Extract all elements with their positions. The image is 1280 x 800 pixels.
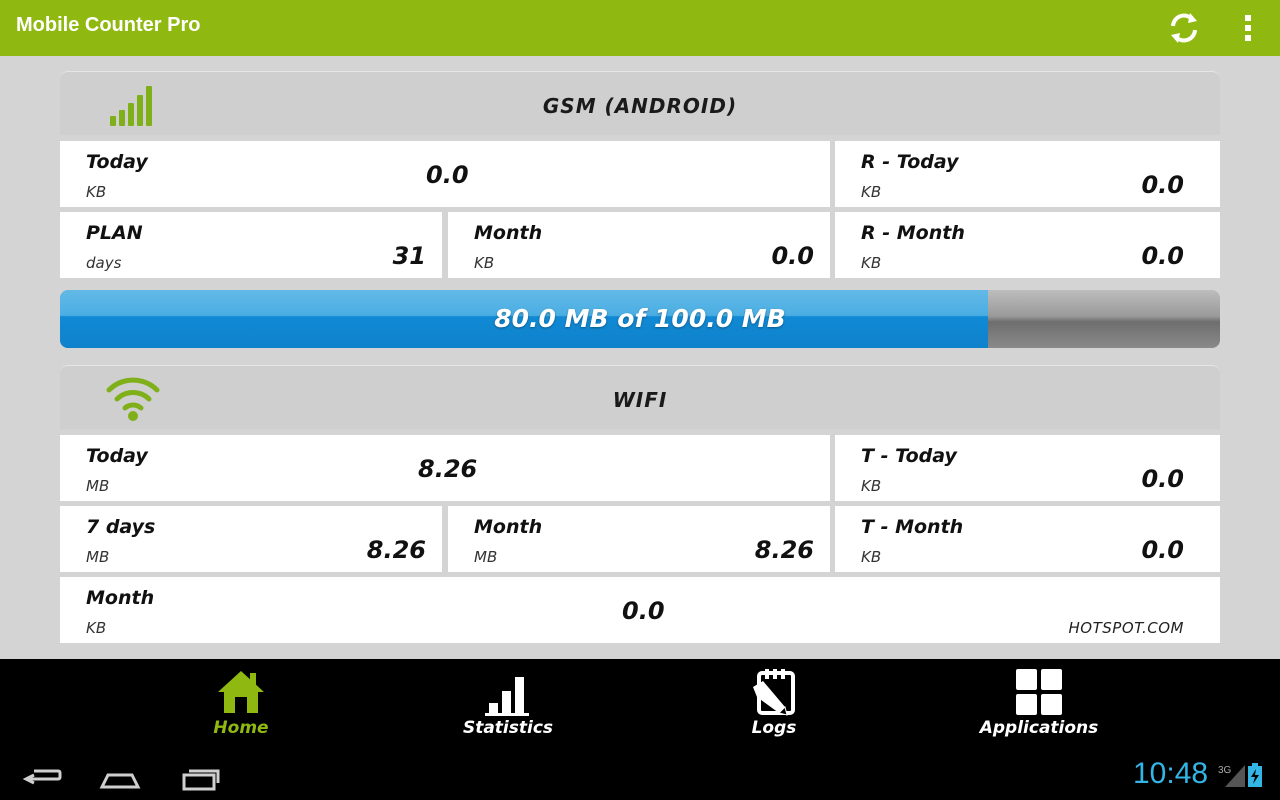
- home-icon: [218, 671, 264, 713]
- gsm-plan-value: 31: [392, 242, 426, 270]
- wifi-today-value: 8.26: [418, 455, 478, 483]
- wifi-7days-cell[interactable]: 7 days MB 8.26: [60, 506, 442, 572]
- gsm-month-cell[interactable]: Month KB 0.0: [448, 212, 830, 278]
- bar-chart-icon: [485, 677, 529, 716]
- gsm-plan-cell[interactable]: PLAN days 31: [60, 212, 442, 278]
- gsm-title: GSM (ANDROID): [542, 94, 738, 118]
- wifi-t-month-label: T - Month: [861, 516, 964, 538]
- action-bar: Mobile Counter Pro: [0, 0, 1280, 56]
- hotspot-month-label: Month: [86, 587, 155, 609]
- wifi-month-value: 8.26: [754, 536, 814, 564]
- gsm-month-unit: KB: [474, 254, 495, 272]
- gsm-section-header[interactable]: GSM (ANDROID): [60, 71, 1220, 135]
- wifi-7days-label: 7 days: [86, 516, 156, 538]
- gsm-plan-unit: days: [86, 254, 122, 272]
- wifi-month-label: Month: [474, 516, 543, 538]
- more-vert-icon: [1245, 15, 1251, 41]
- recent-apps-icon[interactable]: [180, 759, 224, 793]
- gsm-r-month-label: R - Month: [861, 222, 965, 244]
- wifi-today-label: Today: [86, 445, 148, 467]
- wifi-today-unit: MB: [86, 477, 110, 495]
- tab-home-label: Home: [213, 718, 269, 738]
- wifi-month-cell[interactable]: Month MB 8.26: [448, 506, 830, 572]
- tab-logs[interactable]: Logs: [674, 659, 874, 751]
- logs-icon: [753, 669, 795, 716]
- back-icon[interactable]: [20, 759, 64, 793]
- app-title: Mobile Counter Pro: [16, 14, 201, 36]
- wifi-t-today-cell[interactable]: T - Today KB 0.0: [835, 435, 1220, 501]
- gsm-today-label: Today: [86, 151, 148, 173]
- wifi-hotspot-cell[interactable]: Month KB 0.0 HOTSPOT.COM: [60, 577, 1220, 643]
- hotspot-name: HOTSPOT.COM: [1068, 619, 1184, 637]
- wifi-t-month-unit: KB: [861, 548, 882, 566]
- gsm-month-value: 0.0: [771, 242, 814, 270]
- hotspot-month-unit: KB: [86, 619, 107, 637]
- data-plan-progress-bar[interactable]: 80.0 MB of 100.0 MB: [60, 290, 1220, 348]
- wifi-7days-unit: MB: [86, 548, 110, 566]
- wifi-t-month-value: 0.0: [1141, 536, 1184, 564]
- refresh-icon: [1171, 13, 1197, 43]
- wifi-t-today-unit: KB: [861, 477, 882, 495]
- wifi-7days-value: 8.26: [366, 536, 426, 564]
- gsm-r-month-cell[interactable]: R - Month KB 0.0: [835, 212, 1220, 278]
- refresh-button[interactable]: [1164, 8, 1204, 48]
- gsm-r-today-cell[interactable]: R - Today KB 0.0: [835, 141, 1220, 207]
- status-clock: 10:48: [1133, 757, 1209, 790]
- wifi-section-header[interactable]: WIFI: [60, 365, 1220, 429]
- wifi-today-cell[interactable]: Today MB 8.26: [60, 435, 830, 501]
- hotspot-month-value: 0.0: [622, 597, 665, 625]
- wifi-t-month-cell[interactable]: T - Month KB 0.0: [835, 506, 1220, 572]
- overflow-menu-button[interactable]: [1230, 8, 1266, 48]
- gsm-today-unit: KB: [86, 183, 107, 201]
- tab-statistics-label: Statistics: [462, 718, 554, 738]
- system-navigation-bar: 10:48 3G: [0, 751, 1280, 800]
- wifi-t-today-label: T - Today: [861, 445, 957, 467]
- gsm-month-label: Month: [474, 222, 543, 244]
- gsm-r-month-value: 0.0: [1141, 242, 1184, 270]
- cell-signal-icon: [1225, 765, 1245, 787]
- tab-applications[interactable]: Applications: [939, 659, 1139, 751]
- tab-home[interactable]: Home: [141, 659, 341, 751]
- gsm-r-today-unit: KB: [861, 183, 882, 201]
- tab-logs-label: Logs: [751, 718, 797, 738]
- bottom-navigation: Home Statistics Logs Applications: [0, 659, 1280, 751]
- grid-icon: [1016, 669, 1062, 715]
- gsm-r-month-unit: KB: [861, 254, 882, 272]
- gsm-today-cell[interactable]: Today KB 0.0: [60, 141, 830, 207]
- wifi-title: WIFI: [612, 388, 668, 412]
- tab-statistics[interactable]: Statistics: [408, 659, 608, 751]
- home-nav-icon[interactable]: [98, 759, 142, 793]
- gsm-today-value: 0.0: [426, 161, 469, 189]
- progress-text: 80.0 MB of 100.0 MB: [494, 304, 786, 333]
- gsm-r-today-value: 0.0: [1141, 171, 1184, 199]
- wifi-month-unit: MB: [474, 548, 498, 566]
- gsm-r-today-label: R - Today: [861, 151, 959, 173]
- wifi-t-today-value: 0.0: [1141, 465, 1184, 493]
- battery-charging-icon: [1248, 763, 1262, 787]
- gsm-plan-label: PLAN: [86, 222, 143, 244]
- tab-applications-label: Applications: [979, 718, 1099, 738]
